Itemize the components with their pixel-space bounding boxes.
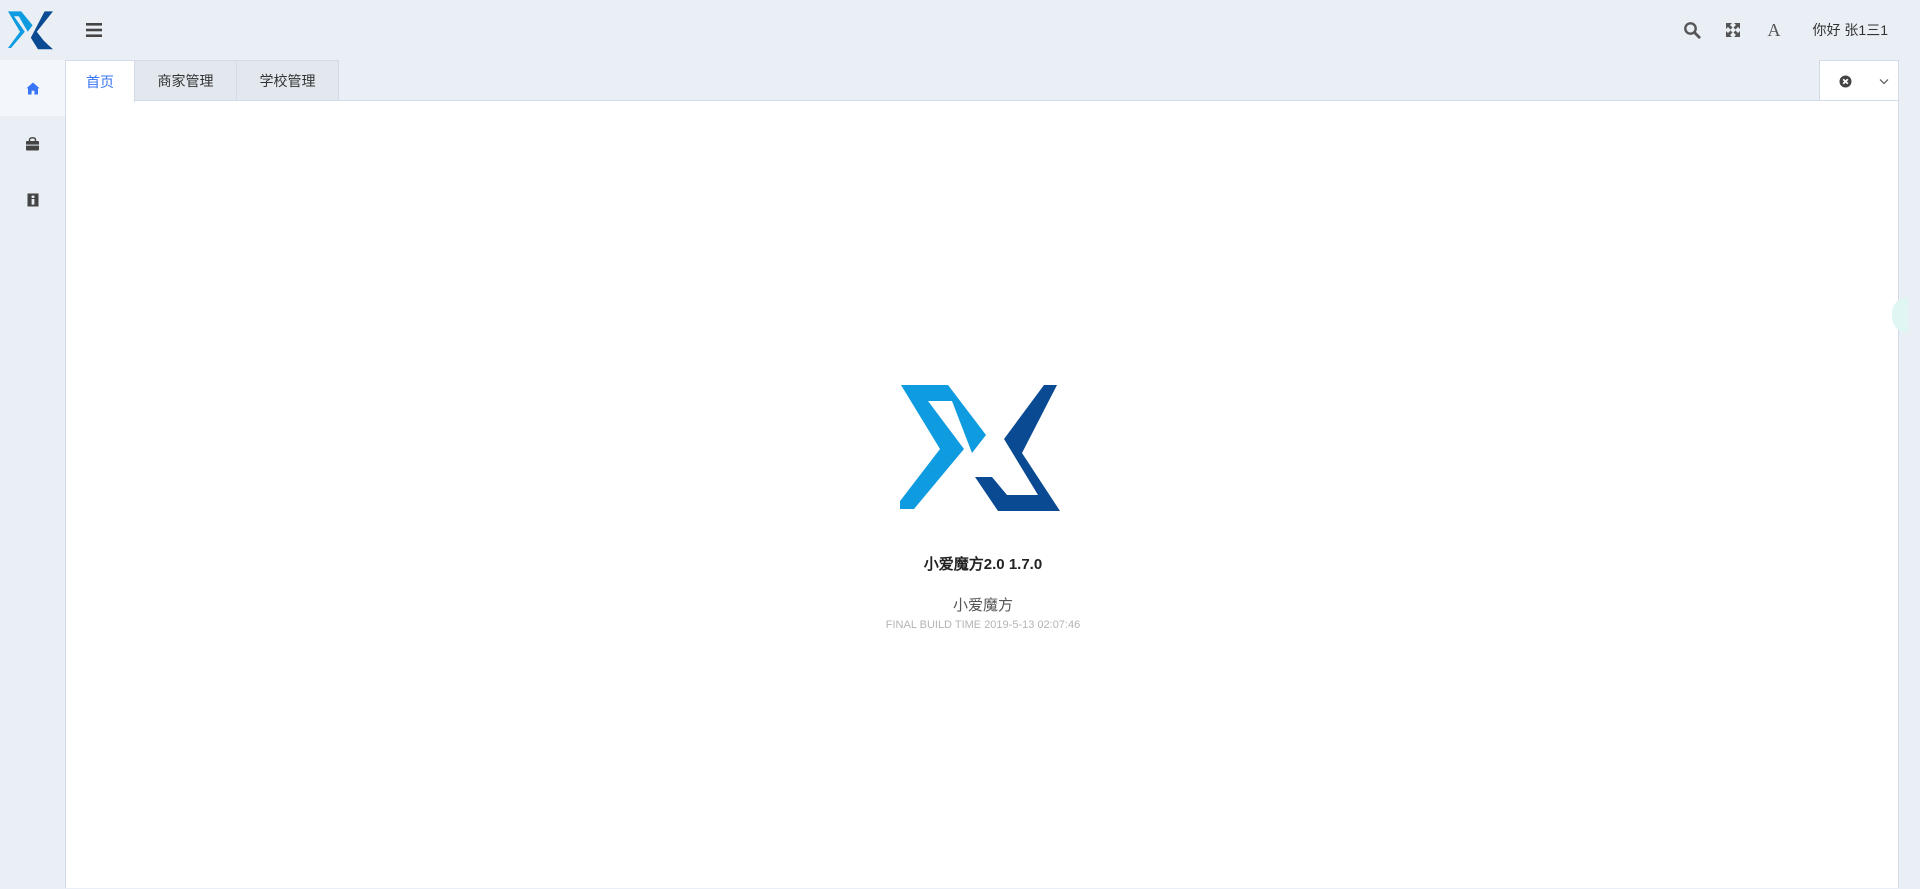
- app-version-title: 小爱魔方2.0 1.7.0: [923, 556, 1043, 573]
- id-card-icon: [27, 193, 38, 207]
- sidebar-item-home[interactable]: [0, 60, 65, 116]
- menu-toggle-icon[interactable]: [84, 20, 106, 40]
- tab-tools: [1819, 60, 1899, 101]
- tab-bar: 首页 商家管理 学校管理: [65, 60, 1899, 102]
- shopping-bag-icon: [26, 137, 39, 151]
- build-time: FINAL BUILD TIME 2019-5-13 02:07:46: [885, 619, 1081, 631]
- tab-label: 首页: [86, 73, 114, 90]
- close-tabs-icon[interactable]: [1820, 61, 1870, 101]
- sidebar: [0, 60, 65, 888]
- top-header: A 你好 张1三1: [0, 0, 1920, 60]
- tab-label: 商家管理: [157, 73, 214, 89]
- chevron-down-icon[interactable]: [1870, 61, 1898, 101]
- fullscreen-icon[interactable]: [1713, 0, 1754, 60]
- main-content: 小爱魔方2.0 1.7.0 小爱魔方 FINAL BUILD TIME 2019…: [65, 100, 1908, 889]
- home-icon: [26, 82, 39, 94]
- font-size-icon[interactable]: A: [1754, 0, 1795, 60]
- app-name: 小爱魔方: [952, 597, 1013, 614]
- side-drawer-handle[interactable]: [1892, 297, 1908, 333]
- app-logo[interactable]: [8, 10, 56, 50]
- app-logo-large: [894, 383, 1062, 511]
- sidebar-item-merchant[interactable]: [0, 116, 65, 172]
- sidebar-item-school[interactable]: [0, 172, 65, 228]
- header-toolbar: A 你好 张1三1: [1672, 0, 1920, 60]
- tab-school-management[interactable]: 学校管理: [236, 60, 339, 101]
- user-greeting[interactable]: 你好 张1三1: [1795, 20, 1920, 40]
- search-icon[interactable]: [1672, 0, 1713, 60]
- tab-label: 学校管理: [259, 73, 316, 89]
- tab-merchant-management[interactable]: 商家管理: [134, 60, 237, 101]
- welcome-panel: 小爱魔方2.0 1.7.0 小爱魔方 FINAL BUILD TIME 2019…: [66, 101, 1908, 889]
- font-size-glyph: A: [1767, 19, 1781, 40]
- tab-home[interactable]: 首页: [65, 60, 135, 102]
